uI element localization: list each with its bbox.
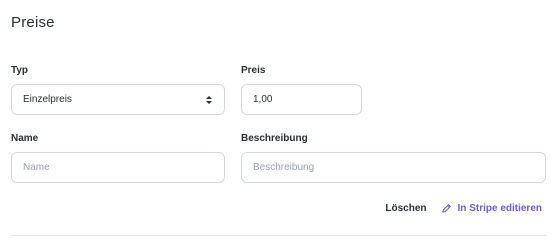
typ-select-value: Einzelpreis — [23, 94, 72, 105]
section-title: Preise — [11, 14, 55, 31]
typ-label: Typ — [11, 65, 29, 76]
chevron-up-down-icon — [205, 94, 213, 106]
action-bar: Löschen In Stripe editieren — [385, 203, 542, 214]
edit-in-stripe-label: In Stripe editieren — [457, 203, 542, 214]
edit-in-stripe-button[interactable]: In Stripe editieren — [441, 203, 542, 214]
pencil-icon — [441, 204, 451, 213]
beschreibung-input[interactable]: Beschreibung — [241, 152, 546, 183]
typ-select[interactable]: Einzelpreis — [11, 84, 225, 115]
name-label: Name — [11, 133, 39, 144]
preis-label: Preis — [241, 65, 266, 76]
name-input[interactable]: Name — [11, 152, 225, 183]
delete-button[interactable]: Löschen — [385, 203, 426, 214]
beschreibung-input-placeholder: Beschreibung — [253, 162, 315, 173]
beschreibung-label: Beschreibung — [241, 133, 308, 144]
divider — [11, 235, 546, 236]
prices-section: Preise Typ Einzelpreis Preis 1,00 Name N… — [0, 0, 558, 247]
preis-input-value: 1,00 — [253, 94, 273, 105]
name-input-placeholder: Name — [23, 162, 50, 173]
preis-input[interactable]: 1,00 — [241, 84, 362, 115]
